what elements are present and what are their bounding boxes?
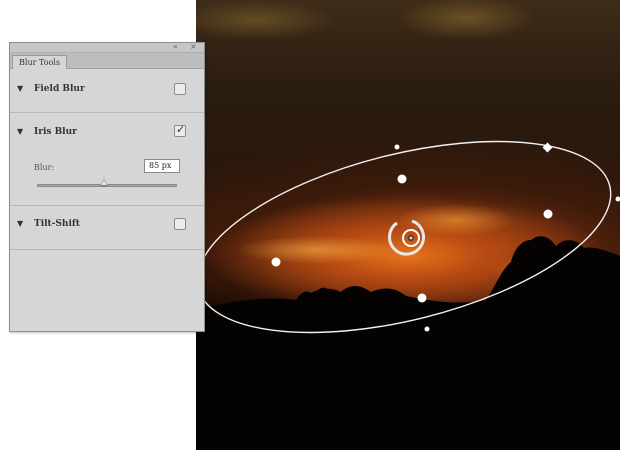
tab-blur-tools[interactable]: Blur Tools (12, 55, 67, 69)
triangle-down-icon[interactable]: ▼ (17, 219, 23, 229)
blur-slider-thumb[interactable] (100, 179, 109, 186)
iris-blur-label: Iris Blur (34, 127, 77, 137)
field-blur-checkbox[interactable] (174, 83, 186, 95)
field-blur-section: ▼ Field Blur (10, 69, 204, 113)
tilt-shift-checkbox[interactable] (174, 218, 186, 230)
double-chevron-icon[interactable]: « (173, 42, 178, 52)
iris-blur-checkbox[interactable]: ✓ (174, 123, 186, 137)
close-icon[interactable]: × (190, 42, 197, 52)
iris-blur-section: ▼ Iris Blur ✓ Blur: 85 px (10, 113, 204, 206)
panel-tabbar: Blur Tools (10, 53, 204, 69)
panel-titlebar[interactable]: « × (10, 42, 204, 53)
triangle-down-icon[interactable]: ▼ (17, 127, 23, 137)
blur-amount-field[interactable]: 85 px (144, 159, 180, 173)
iris-blur-header[interactable]: ▼ Iris Blur ✓ (10, 113, 204, 147)
iris-blur-overlay[interactable] (196, 0, 620, 450)
treeline-silhouette (196, 236, 620, 450)
photo-canvas[interactable] (196, 0, 620, 450)
field-blur-header[interactable]: ▼ Field Blur (10, 69, 204, 113)
feather-handle-bottom[interactable] (417, 293, 427, 303)
ellipse-handle-right[interactable] (615, 196, 620, 202)
feather-handle-right[interactable] (543, 209, 553, 219)
feather-handle-left[interactable] (271, 257, 281, 267)
ellipse-handle-bottom[interactable] (424, 326, 430, 332)
blur-tools-panel: « × Blur Tools ▼ Field Blur ▼ Iris Blur … (9, 42, 205, 332)
checkmark-icon: ✓ (176, 123, 186, 136)
tilt-shift-label: Tilt-Shift (34, 219, 80, 229)
ellipse-handle-top[interactable] (394, 144, 400, 150)
ellipse-roundness-handle[interactable] (542, 142, 553, 153)
field-blur-label: Field Blur (34, 84, 85, 94)
feather-handle-top[interactable] (397, 174, 407, 184)
triangle-down-icon[interactable]: ▼ (17, 84, 23, 94)
pin-icon[interactable] (388, 219, 425, 256)
tilt-shift-header[interactable]: ▼ Tilt-Shift (10, 206, 204, 250)
blur-amount-label: Blur: (34, 163, 55, 172)
blur-slider[interactable] (37, 179, 177, 187)
tilt-shift-section: ▼ Tilt-Shift (10, 206, 204, 250)
